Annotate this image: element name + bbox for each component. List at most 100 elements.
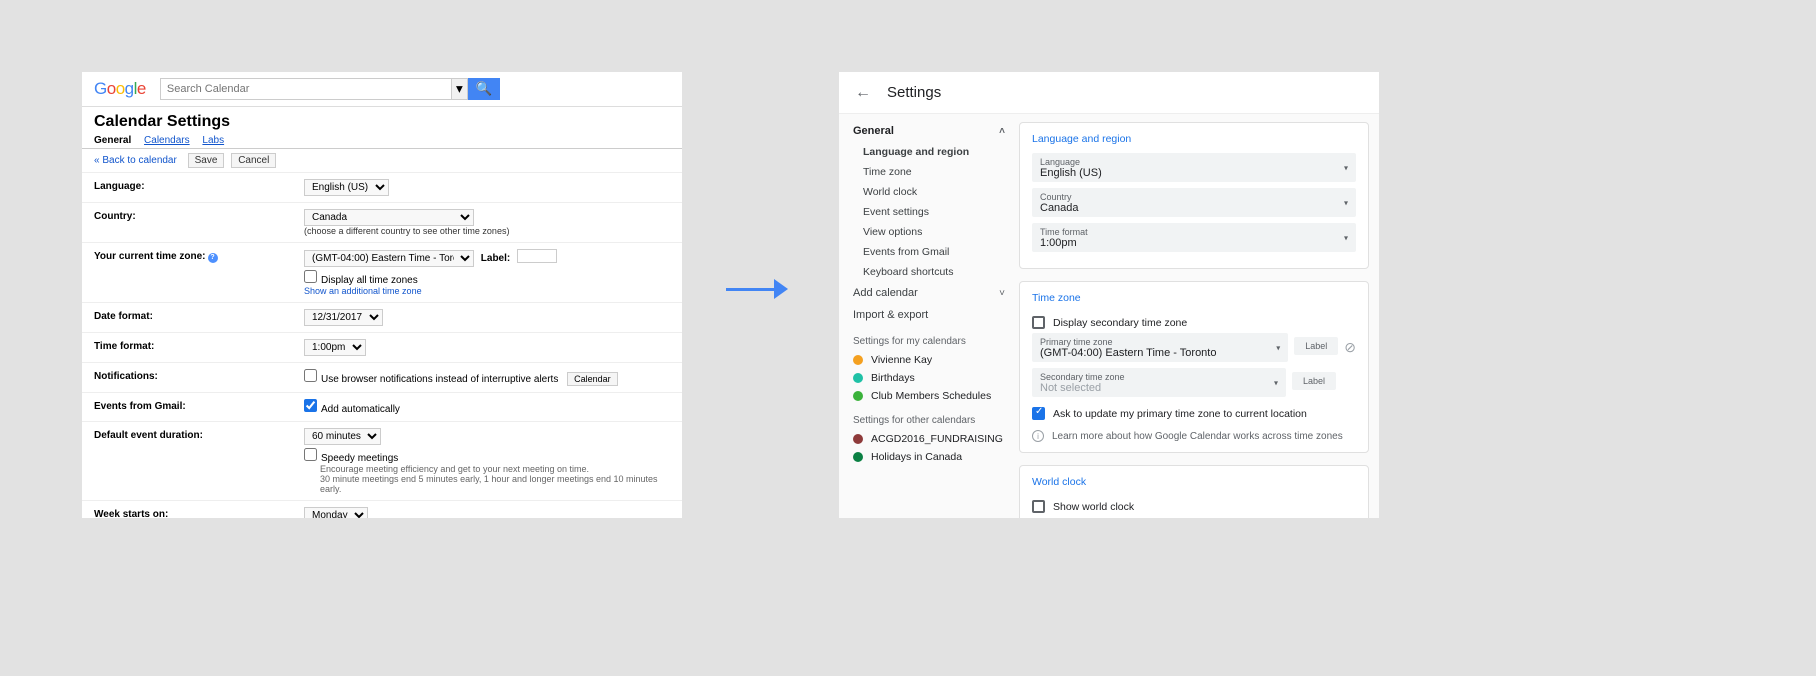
check-secondary-tz[interactable] bbox=[1032, 316, 1045, 329]
page-title: Calendar Settings bbox=[82, 107, 682, 135]
tab-labs[interactable]: Labs bbox=[202, 135, 224, 146]
search-input[interactable] bbox=[160, 78, 452, 100]
label-dateformat: Date format: bbox=[94, 309, 304, 326]
check-show-worldclock[interactable] bbox=[1032, 500, 1045, 513]
card-title-timezone: Time zone bbox=[1032, 292, 1356, 304]
sidebar-cal-acgd[interactable]: ACGD2016_FUNDRAISING bbox=[839, 430, 1019, 448]
tz-label-input[interactable]: Label bbox=[1294, 337, 1338, 355]
row-gmail: Events from Gmail: Add automatically bbox=[82, 393, 682, 422]
chevron-up-icon: ˄ bbox=[999, 126, 1005, 137]
sidebar-sub-worldclock[interactable]: World clock bbox=[839, 182, 1019, 202]
select-timezone[interactable]: (GMT-04:00) Eastern Time - Toronto bbox=[304, 250, 474, 267]
dropdown-arrow-icon: ▾ bbox=[1344, 198, 1348, 207]
app-bar: ← Settings bbox=[839, 72, 1379, 114]
cancel-button[interactable]: Cancel bbox=[231, 153, 276, 168]
sidebar-sub-eventsettings[interactable]: Event settings bbox=[839, 202, 1019, 222]
dropdown-arrow-icon: ▾ bbox=[1344, 233, 1348, 242]
select-primary-tz[interactable]: Primary time zone(GMT-04:00) Eastern Tim… bbox=[1032, 333, 1288, 362]
old-settings-panel: Google ▾ 🔍 Calendar Settings General Cal… bbox=[82, 72, 682, 518]
cal-color-icon bbox=[853, 391, 863, 401]
save-button[interactable]: Save bbox=[188, 153, 225, 168]
row-country: Country: Canada (choose a different coun… bbox=[82, 203, 682, 243]
google-logo: Google bbox=[94, 79, 146, 99]
tz-label-input-2[interactable]: Label bbox=[1292, 372, 1336, 390]
tab-calendars[interactable]: Calendars bbox=[144, 135, 190, 146]
help-icon[interactable]: ? bbox=[208, 253, 218, 263]
calendar-button[interactable]: Calendar bbox=[567, 372, 618, 386]
card-worldclock: World clock Show world clock ADD TIME ZO… bbox=[1019, 465, 1369, 518]
sidebar-cal-vivienne[interactable]: Vivienne Kay bbox=[839, 351, 1019, 369]
select-language-new[interactable]: LanguageEnglish (US)▾ bbox=[1032, 153, 1356, 182]
actions-row: « Back to calendar Save Cancel bbox=[82, 149, 682, 173]
label-country: Country: bbox=[94, 209, 304, 236]
dropdown-arrow-icon: ▾ bbox=[1344, 163, 1348, 172]
select-language[interactable]: English (US) bbox=[304, 179, 389, 196]
country-hint: (choose a different country to see other… bbox=[304, 226, 670, 236]
tab-general[interactable]: General bbox=[94, 135, 131, 146]
cal-color-icon bbox=[853, 373, 863, 383]
sidebar-item-addcalendar[interactable]: Add calendar˅ bbox=[839, 282, 1019, 304]
sidebar-item-import[interactable]: Import & export bbox=[839, 304, 1019, 326]
cal-color-icon bbox=[853, 434, 863, 444]
label-timezone: Your current time zone:? bbox=[94, 249, 304, 296]
label-gmail: Events from Gmail: bbox=[94, 399, 304, 415]
search-button[interactable]: 🔍 bbox=[468, 78, 500, 100]
select-duration[interactable]: 60 minutes bbox=[304, 428, 381, 445]
back-arrow-icon[interactable]: ← bbox=[855, 84, 871, 102]
select-country-new[interactable]: CountryCanada▾ bbox=[1032, 188, 1356, 217]
sidebar-sub-eventsfromgmail[interactable]: Events from Gmail bbox=[839, 242, 1019, 262]
sidebar-sub-timezone[interactable]: Time zone bbox=[839, 162, 1019, 182]
dropdown-arrow-icon: ▾ bbox=[1274, 378, 1278, 387]
card-language-region: Language and region LanguageEnglish (US)… bbox=[1019, 122, 1369, 269]
sidebar-cal-club[interactable]: Club Members Schedules bbox=[839, 387, 1019, 405]
chevron-down-icon: ˅ bbox=[999, 288, 1005, 299]
select-weekstart[interactable]: Monday bbox=[304, 507, 368, 519]
check-add-auto[interactable] bbox=[304, 399, 317, 412]
select-country[interactable]: Canada bbox=[304, 209, 474, 226]
select-timeformat-new[interactable]: Time format1:00pm▾ bbox=[1032, 223, 1356, 252]
timezone-label-input[interactable] bbox=[517, 249, 557, 263]
show-additional-tz-link[interactable]: Show an additional time zone bbox=[304, 286, 670, 296]
sidebar-cal-holidays[interactable]: Holidays in Canada bbox=[839, 448, 1019, 466]
search-wrap: ▾ 🔍 bbox=[160, 78, 500, 100]
sidebar-sub-viewoptions[interactable]: View options bbox=[839, 222, 1019, 242]
cal-color-icon bbox=[853, 452, 863, 462]
cal-color-icon bbox=[853, 355, 863, 365]
duration-hint1: Encourage meeting efficiency and get to … bbox=[304, 464, 670, 474]
sidebar-item-general[interactable]: General˄ bbox=[839, 120, 1019, 142]
search-icon: 🔍 bbox=[476, 81, 493, 97]
add-timezone-button[interactable]: ADD TIME ZONE bbox=[1032, 517, 1356, 518]
old-header: Google ▾ 🔍 bbox=[82, 72, 682, 107]
row-dateformat: Date format: 12/31/2017 bbox=[82, 303, 682, 333]
row-weekstart: Week starts on: Monday bbox=[82, 501, 682, 519]
label-timeformat: Time format: bbox=[94, 339, 304, 356]
check-speedy[interactable] bbox=[304, 448, 317, 461]
sidebar-cal-birthdays[interactable]: Birthdays bbox=[839, 369, 1019, 387]
label-weekstart: Week starts on: bbox=[94, 507, 304, 519]
sidebar-sub-language-region[interactable]: Language and region bbox=[839, 142, 1019, 162]
select-secondary-tz[interactable]: Secondary time zoneNot selected▾ bbox=[1032, 368, 1286, 397]
settings-title: Settings bbox=[887, 84, 941, 101]
select-timeformat[interactable]: 1:00pm bbox=[304, 339, 366, 356]
card-title-worldclock: World clock bbox=[1032, 476, 1356, 488]
search-dropdown-button[interactable]: ▾ bbox=[452, 78, 468, 100]
check-all-timezones[interactable] bbox=[304, 270, 317, 283]
row-duration: Default event duration: 60 minutes Speed… bbox=[82, 422, 682, 501]
label-notifications: Notifications: bbox=[94, 369, 304, 386]
settings-sidebar: General˄ Language and region Time zone W… bbox=[839, 114, 1019, 518]
back-to-calendar-link[interactable]: « Back to calendar bbox=[94, 155, 177, 166]
new-settings-panel: ← Settings General˄ Language and region … bbox=[839, 72, 1379, 518]
row-timezone: Your current time zone:? (GMT-04:00) Eas… bbox=[82, 243, 682, 303]
sidebar-sub-keyboardshortcuts[interactable]: Keyboard shortcuts bbox=[839, 262, 1019, 282]
sidebar-label-othercals: Settings for other calendars bbox=[839, 405, 1019, 430]
dropdown-arrow-icon: ▾ bbox=[1276, 343, 1280, 352]
check-ask-update-tz[interactable] bbox=[1032, 407, 1045, 420]
learn-more-link[interactable]: Learn more about how Google Calendar wor… bbox=[1052, 431, 1343, 442]
remove-icon[interactable]: ⊘ bbox=[1344, 339, 1356, 356]
sidebar-label-mycals: Settings for my calendars bbox=[839, 326, 1019, 351]
card-timezone: Time zone Display secondary time zone Pr… bbox=[1019, 281, 1369, 453]
check-browser-notifications[interactable] bbox=[304, 369, 317, 382]
info-icon: i bbox=[1032, 430, 1044, 442]
select-dateformat[interactable]: 12/31/2017 bbox=[304, 309, 383, 326]
settings-main: Language and region LanguageEnglish (US)… bbox=[1019, 114, 1379, 518]
